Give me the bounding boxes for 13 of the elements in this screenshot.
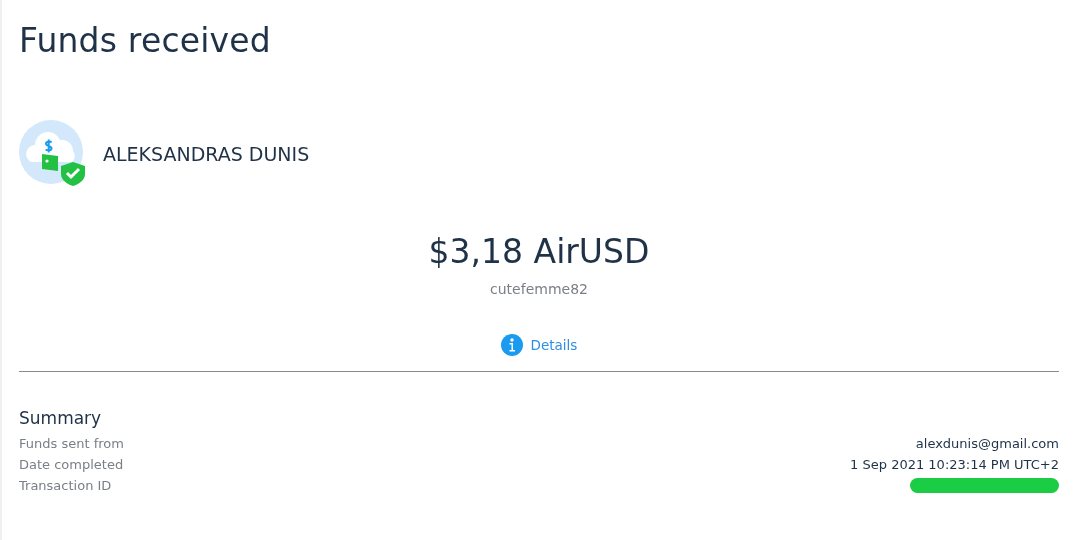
section-title: Summary (19, 408, 103, 428)
recipient-name: ALEKSANDRAS DUNIS (103, 142, 310, 165)
field-label: Transaction ID (19, 478, 112, 493)
page-title: Funds received (19, 20, 272, 62)
details-link[interactable]: Details (500, 334, 578, 356)
field-label: Date completed (19, 457, 124, 472)
field-value: 1 Sep 2021 10:23:14 PM UTC+2 (850, 457, 1059, 472)
field-value: alexdunis@gmail.com (915, 436, 1059, 451)
info-icon (500, 334, 523, 356)
username: cutefemme82 (490, 281, 588, 297)
amount: $3,18 AirUSD (428, 231, 650, 273)
cloud-money-shield-icon (19, 120, 86, 187)
field-label: Funds sent from (19, 436, 124, 451)
